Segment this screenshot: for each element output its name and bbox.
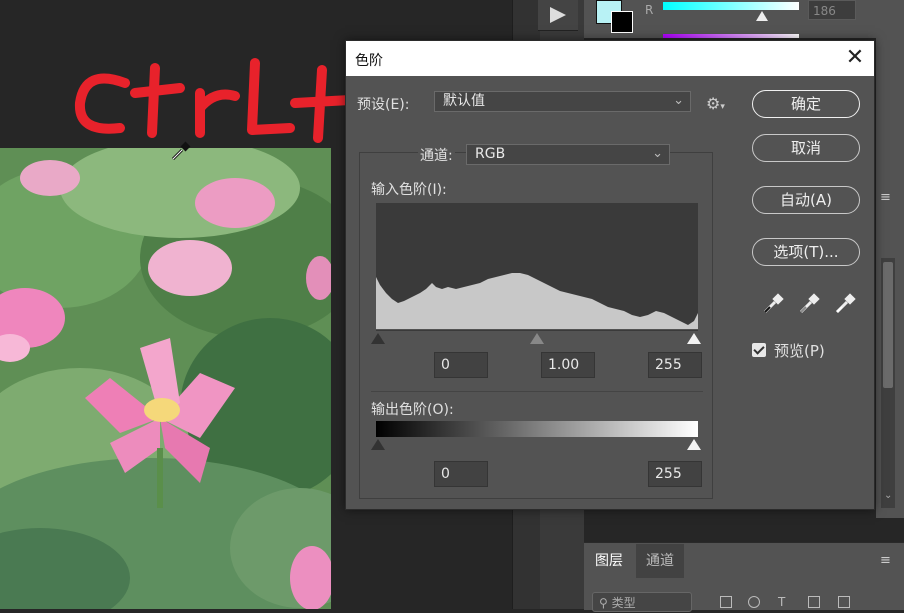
auto-button[interactable]: 自动(A) bbox=[752, 186, 860, 214]
output-white-field[interactable]: 255 bbox=[648, 461, 702, 487]
channel-select[interactable]: RGB ⌄ bbox=[466, 144, 670, 165]
output-black-field[interactable]: 0 bbox=[434, 461, 488, 487]
histogram-luminance-curve bbox=[376, 273, 698, 329]
input-white-point-slider[interactable] bbox=[687, 333, 701, 344]
channel-label: 通道: bbox=[418, 145, 455, 165]
adjustment-filter-icon[interactable] bbox=[748, 596, 760, 608]
options-button[interactable]: 选项(T)... bbox=[752, 238, 860, 266]
gear-icon[interactable]: ⚙▾ bbox=[706, 94, 725, 113]
section-divider bbox=[371, 391, 703, 392]
levels-dialog: 色阶 ✕ 预设(E): 默认值 ⌄ ⚙▾ 通道: RGB ⌄ 输入色阶(I): … bbox=[345, 40, 875, 510]
shape-filter-icon[interactable] bbox=[808, 596, 820, 608]
search-icon: ⚲ bbox=[599, 596, 612, 610]
output-levels-gradient bbox=[376, 421, 698, 437]
red-channel-label: R bbox=[645, 3, 654, 17]
red-channel-slider[interactable] bbox=[663, 2, 799, 10]
layer-filter-placeholder: 类型 bbox=[611, 596, 636, 610]
lotus-photo bbox=[0, 148, 331, 609]
preview-label[interactable]: 预览(P) bbox=[774, 340, 825, 361]
input-black-point-slider[interactable] bbox=[371, 333, 385, 344]
green-channel-slider[interactable] bbox=[663, 34, 799, 38]
tab-layers[interactable]: 图层 bbox=[586, 544, 632, 579]
cancel-button[interactable]: 取消 bbox=[752, 134, 860, 162]
tab-channels[interactable]: 通道 bbox=[636, 544, 684, 578]
dialog-titlebar[interactable]: 色阶 ✕ bbox=[346, 41, 874, 76]
output-levels-label: 输出色阶(O): bbox=[371, 402, 454, 418]
input-levels-label: 输入色阶(I): bbox=[371, 182, 447, 198]
red-channel-value[interactable]: 186 bbox=[808, 0, 856, 20]
preset-label: 预设(E): bbox=[357, 97, 410, 113]
channel-value: RGB bbox=[475, 146, 506, 162]
eyedropper-cursor-icon bbox=[170, 140, 192, 166]
layers-panel-menu-icon[interactable]: ≡ bbox=[880, 553, 891, 568]
output-black-point-slider[interactable] bbox=[371, 439, 385, 450]
type-filter-icon[interactable]: T bbox=[778, 596, 790, 608]
scroll-down-icon[interactable]: ⌄ bbox=[884, 490, 892, 501]
gray-point-eyedropper-icon[interactable] bbox=[798, 293, 820, 319]
preview-checkbox[interactable] bbox=[752, 343, 766, 357]
layer-filter-search[interactable]: ⚲ 类型 bbox=[592, 592, 692, 612]
input-gamma-field[interactable]: 1.00 bbox=[541, 352, 595, 378]
preset-value: 默认值 bbox=[443, 93, 485, 109]
histogram-graph bbox=[376, 273, 698, 329]
white-point-eyedropper-icon[interactable] bbox=[834, 293, 856, 319]
ok-button[interactable]: 确定 bbox=[752, 90, 860, 118]
input-gamma-slider[interactable] bbox=[530, 333, 544, 344]
image-filter-icon[interactable] bbox=[720, 596, 732, 608]
preset-select[interactable]: 默认值 ⌄ bbox=[434, 91, 691, 112]
smart-object-filter-icon[interactable] bbox=[838, 596, 850, 608]
input-white-field[interactable]: 255 bbox=[648, 352, 702, 378]
document-image[interactable] bbox=[0, 148, 331, 609]
panel-menu-icon[interactable]: ≡ bbox=[880, 190, 891, 205]
close-button[interactable]: ✕ bbox=[842, 45, 868, 71]
histogram bbox=[376, 203, 698, 329]
black-point-eyedropper-icon[interactable] bbox=[762, 293, 784, 319]
scrollbar-thumb[interactable] bbox=[883, 262, 893, 388]
red-channel-slider-thumb[interactable] bbox=[756, 11, 768, 21]
output-white-point-slider[interactable] bbox=[687, 439, 701, 450]
chevron-down-icon: ⌄ bbox=[652, 146, 663, 161]
close-icon: ✕ bbox=[845, 45, 865, 70]
input-levels-track bbox=[376, 330, 698, 331]
dialog-title: 色阶 bbox=[355, 53, 383, 69]
background-color-swatch[interactable] bbox=[611, 11, 633, 33]
input-black-field[interactable]: 0 bbox=[434, 352, 488, 378]
chevron-down-icon: ⌄ bbox=[673, 93, 684, 108]
play-button[interactable] bbox=[538, 0, 578, 31]
